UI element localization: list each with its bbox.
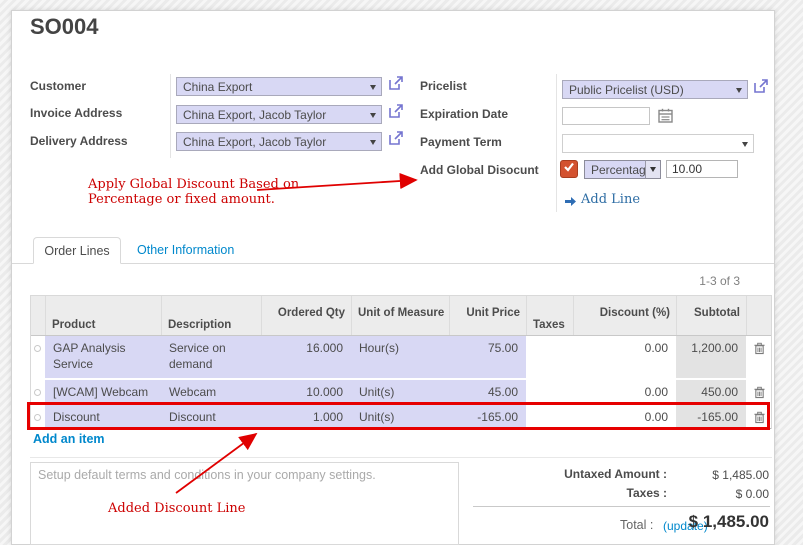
cell-product[interactable]: GAP Analysis Service xyxy=(45,336,161,378)
untaxed-amount-label: Untaxed Amount : xyxy=(564,467,667,481)
invoice-address-label: Invoice Address xyxy=(30,106,122,120)
cell-taxes[interactable] xyxy=(526,336,573,378)
invoice-address-value: China Export, Jacob Taylor xyxy=(183,108,326,122)
customer-value: China Export xyxy=(183,80,252,94)
cell-product[interactable]: [WCAM] Webcam xyxy=(45,380,161,403)
delivery-address-value: China Export, Jacob Taylor xyxy=(183,135,326,149)
pricelist-external-link-icon[interactable] xyxy=(753,78,769,94)
customer-select[interactable]: China Export xyxy=(176,77,382,96)
cell-discount[interactable]: 0.00 xyxy=(573,380,676,403)
payment-term-label: Payment Term xyxy=(420,135,502,149)
chevron-down-icon xyxy=(742,142,748,147)
col-ordered-qty[interactable]: Ordered Qty xyxy=(261,296,351,335)
row-drag-handle[interactable] xyxy=(31,380,47,403)
checkmark-icon xyxy=(563,160,575,178)
discount-type-select[interactable]: Percentage xyxy=(584,160,646,179)
discount-type-value: Percentage xyxy=(591,163,652,177)
total-label: Total : xyxy=(620,518,653,532)
expiration-date-label: Expiration Date xyxy=(420,107,508,121)
col-unit-of-measure[interactable]: Unit of Measure xyxy=(351,296,449,335)
delivery-address-label: Delivery Address xyxy=(30,134,128,148)
cell-qty[interactable]: 16.000 xyxy=(261,336,351,378)
delivery-address-external-link-icon[interactable] xyxy=(388,130,404,146)
pager[interactable]: 1-3 of 3 xyxy=(640,274,740,288)
tab-bar-line xyxy=(12,263,774,264)
untaxed-amount-value: $ 1,485.00 xyxy=(712,468,769,482)
pricelist-value: Public Pricelist (USD) xyxy=(569,83,684,97)
form-right-separator xyxy=(556,74,557,212)
discount-amount-input[interactable] xyxy=(666,160,738,178)
delete-row-icon[interactable] xyxy=(746,380,773,403)
cell-subtotal: 1,200.00 xyxy=(676,336,746,378)
add-line-arrow-icon xyxy=(565,194,577,212)
chevron-down-icon xyxy=(370,140,376,145)
cell-uom[interactable]: Hour(s) xyxy=(351,336,449,378)
annotation-discount-line: Added Discount Line xyxy=(108,501,246,516)
customer-external-link-icon[interactable] xyxy=(388,75,404,91)
annotation-highlight-box xyxy=(27,402,770,430)
col-taxes[interactable]: Taxes xyxy=(526,296,573,335)
add-an-item-link[interactable]: Add an item xyxy=(33,432,105,446)
pricelist-select[interactable]: Public Pricelist (USD) xyxy=(562,80,748,99)
invoice-address-external-link-icon[interactable] xyxy=(388,103,404,119)
col-discount[interactable]: Discount (%) xyxy=(573,296,676,335)
chevron-down-icon xyxy=(736,88,742,93)
col-unit-price[interactable]: Unit Price xyxy=(449,296,526,335)
totals-separator xyxy=(473,506,770,507)
page-title: SO004 xyxy=(30,14,99,40)
payment-term-select[interactable] xyxy=(562,134,754,153)
col-description[interactable]: Description xyxy=(161,296,261,335)
tab-other-information[interactable]: Other Information xyxy=(137,243,234,257)
customer-label: Customer xyxy=(30,79,86,93)
annotation-global-discount: Apply Global Discount Based on Percentag… xyxy=(88,177,299,207)
table-row[interactable]: GAP Analysis Service Service on demand 1… xyxy=(31,336,771,378)
cell-subtotal: 450.00 xyxy=(676,380,746,403)
footer-separator xyxy=(30,457,772,458)
row-drag-handle[interactable] xyxy=(31,336,47,378)
chevron-down-icon xyxy=(370,113,376,118)
cell-discount[interactable]: 0.00 xyxy=(573,336,676,378)
cell-taxes[interactable] xyxy=(526,380,573,403)
delete-row-icon[interactable] xyxy=(746,336,773,378)
chevron-down-icon xyxy=(370,85,376,90)
cell-qty[interactable]: 10.000 xyxy=(261,380,351,403)
table-header-row: Product Description Ordered Qty Unit of … xyxy=(31,296,771,336)
calendar-icon[interactable] xyxy=(658,108,673,128)
chevron-down-icon xyxy=(650,167,656,172)
delivery-address-select[interactable]: China Export, Jacob Taylor xyxy=(176,132,382,151)
terms-placeholder: Setup default terms and conditions in yo… xyxy=(31,463,458,487)
cell-unit-price[interactable]: 45.00 xyxy=(449,380,526,403)
global-discount-label: Add Global Disocunt xyxy=(420,163,539,177)
cell-description[interactable]: Webcam xyxy=(161,380,261,403)
table-row[interactable]: [WCAM] Webcam Webcam 10.000 Unit(s) 45.0… xyxy=(31,378,771,403)
taxes-value: $ 0.00 xyxy=(736,487,769,501)
form-left-separator xyxy=(170,74,171,158)
expiration-date-input[interactable] xyxy=(562,107,650,125)
taxes-label: Taxes : xyxy=(627,486,667,500)
invoice-address-select[interactable]: China Export, Jacob Taylor xyxy=(176,105,382,124)
cell-uom[interactable]: Unit(s) xyxy=(351,380,449,403)
handle-column-header xyxy=(31,296,45,335)
delete-column-header xyxy=(746,296,773,335)
discount-type-dropdown-button[interactable] xyxy=(645,160,661,179)
add-line-link[interactable]: Add Line xyxy=(581,192,640,207)
cell-description[interactable]: Service on demand xyxy=(161,336,261,378)
grand-total-value: $ 1,485.00 xyxy=(689,512,769,532)
pricelist-label: Pricelist xyxy=(420,79,467,93)
global-discount-checkbox[interactable] xyxy=(560,160,578,178)
cell-unit-price[interactable]: 75.00 xyxy=(449,336,526,378)
col-subtotal[interactable]: Subtotal xyxy=(676,296,746,335)
col-product[interactable]: Product xyxy=(45,296,161,335)
tab-order-lines[interactable]: Order Lines xyxy=(33,237,121,264)
